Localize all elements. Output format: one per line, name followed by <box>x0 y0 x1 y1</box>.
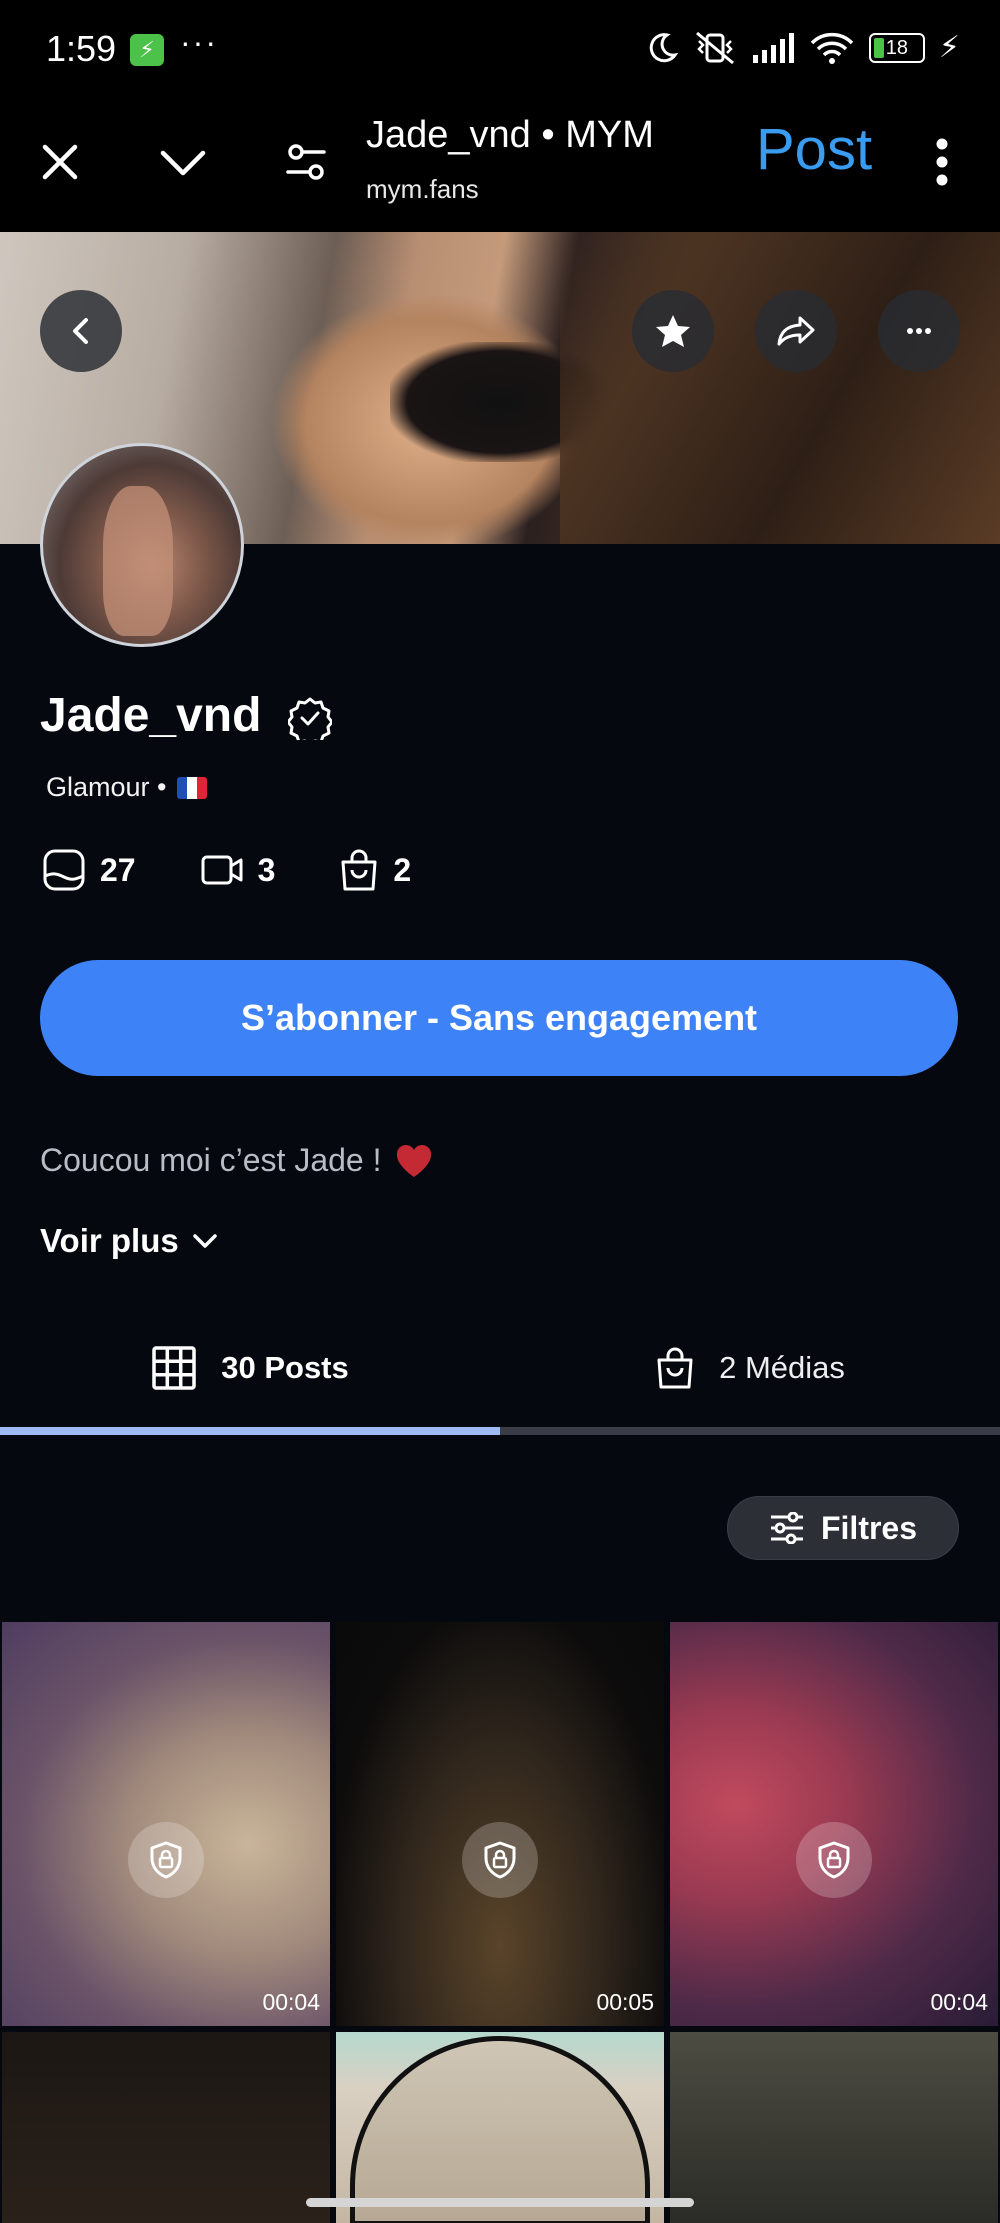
tab-medias[interactable]: 2 Médias <box>500 1300 1000 1436</box>
signal-icon <box>752 32 794 63</box>
status-overflow: ··· <box>180 24 218 60</box>
see-more-label: Voir plus <box>40 1222 179 1259</box>
site-settings-icon[interactable] <box>278 134 334 190</box>
grid-item[interactable] <box>670 2032 998 2223</box>
grid-item[interactable]: 00:04 <box>2 1622 330 2026</box>
status-time: 1:59 <box>46 28 117 69</box>
shopping-bag-icon <box>657 1347 693 1389</box>
share-button[interactable] <box>755 290 837 372</box>
france-flag-icon <box>176 776 207 799</box>
profile-stats: 27 3 2 <box>42 848 475 892</box>
page-url[interactable]: mym.fans <box>366 174 479 205</box>
tab-posts[interactable]: 30 Posts <box>0 1300 500 1436</box>
stat-products: 2 <box>339 848 411 892</box>
photo-icon <box>43 849 85 891</box>
more-icon <box>907 328 931 334</box>
profile-category: Glamour • <box>46 772 207 803</box>
sliders-icon <box>770 1512 803 1544</box>
back-icon <box>73 318 88 344</box>
stat-photos: 27 <box>42 848 136 892</box>
bio-text: Coucou moi c’est Jade ! <box>40 1142 382 1178</box>
filters-button[interactable]: Filtres <box>727 1496 959 1560</box>
stat-videos-value: 3 <box>257 851 276 888</box>
close-icon[interactable] <box>32 134 88 190</box>
grid-item[interactable] <box>336 2032 664 2223</box>
category-label: Glamour • <box>46 772 167 802</box>
profile-name: Jade_vnd <box>40 689 262 742</box>
status-icons: 18 ⚡ <box>645 30 960 65</box>
back-button[interactable] <box>40 290 122 372</box>
kebab-menu-icon[interactable] <box>914 134 970 190</box>
video-icon <box>201 855 243 885</box>
moon-icon <box>649 32 679 62</box>
post-button[interactable]: Post <box>756 116 872 183</box>
favorite-button[interactable] <box>632 290 714 372</box>
share-icon <box>777 316 815 346</box>
tab-medias-label: 2 Médias <box>719 1350 845 1385</box>
browser-toolbar: Jade_vnd • MYM mym.fans Post <box>0 100 1000 232</box>
shopping-bag-icon <box>341 849 377 891</box>
grid-item[interactable]: 00:05 <box>336 1622 664 2026</box>
chevron-down-icon <box>193 1234 217 1248</box>
chevron-down-icon[interactable] <box>155 134 211 190</box>
star-icon <box>656 315 690 347</box>
lock-icon <box>796 1822 872 1898</box>
stat-products-value: 2 <box>393 851 412 888</box>
lock-icon <box>462 1822 538 1898</box>
grid-item[interactable] <box>2 2032 330 2223</box>
heart-icon <box>396 1144 431 1177</box>
grid-item[interactable]: 00:04 <box>670 1622 998 2026</box>
profile-tabs: 30 Posts 2 Médias <box>0 1300 1000 1436</box>
charging-notification-icon: ⚡ <box>130 34 164 66</box>
avatar[interactable] <box>40 443 244 647</box>
battery-level: 18 <box>885 36 909 59</box>
tab-posts-label: 30 Posts <box>221 1350 349 1385</box>
more-options-button[interactable] <box>878 290 960 372</box>
video-duration: 00:04 <box>262 1989 320 2015</box>
video-duration: 00:04 <box>930 1989 988 2015</box>
tab-active-indicator <box>0 1427 500 1435</box>
video-duration: 00:05 <box>596 1989 654 2015</box>
stat-photos-value: 27 <box>100 851 136 888</box>
page-title[interactable]: Jade_vnd • MYM <box>366 114 654 157</box>
profile-bio: Coucou moi c’est Jade ! <box>40 1142 434 1179</box>
charging-icon: ⚡ <box>938 31 960 64</box>
battery-icon: 18 <box>868 32 925 63</box>
verified-badge-icon <box>288 697 332 740</box>
home-indicator[interactable] <box>306 2198 694 2207</box>
status-bar: 1:59 ⚡ ··· 18 ⚡ <box>0 0 1000 100</box>
vibrate-off-icon <box>695 31 734 64</box>
see-more-button[interactable]: Voir plus <box>40 1222 219 1260</box>
filters-label: Filtres <box>820 1509 918 1546</box>
subscribe-button[interactable]: S’abonner - Sans engagement <box>40 960 958 1076</box>
lock-icon <box>128 1822 204 1898</box>
wifi-icon <box>810 32 854 64</box>
grid-icon <box>152 1346 196 1390</box>
stat-videos: 3 <box>200 851 276 889</box>
